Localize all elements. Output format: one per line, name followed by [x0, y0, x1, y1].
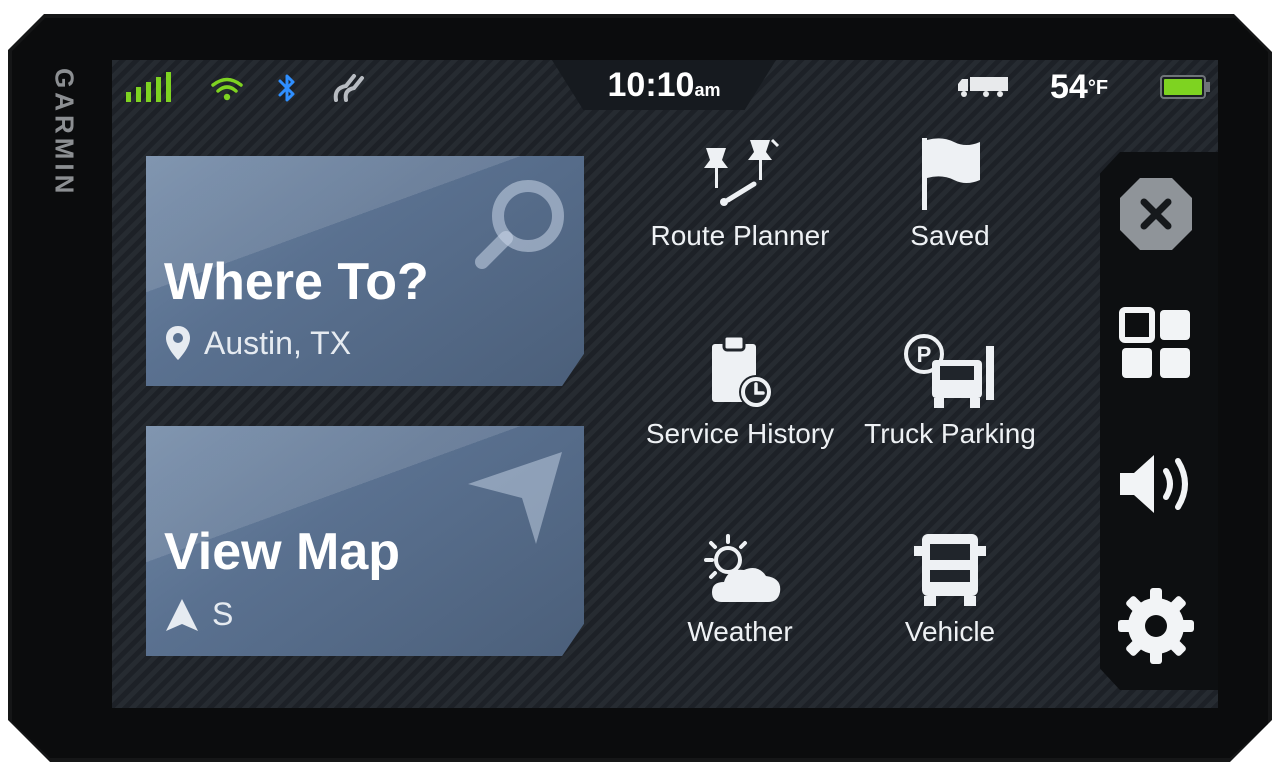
apps-button[interactable] — [1114, 302, 1198, 386]
truck-parking-button[interactable]: P Truck Parking — [840, 332, 1060, 450]
temperature: 54°F — [1050, 68, 1108, 107]
truck-trailer-icon — [958, 77, 1008, 97]
wifi-icon — [211, 77, 243, 101]
apps-grid-icon — [1119, 307, 1190, 378]
heading-arrow-icon — [166, 598, 198, 631]
close-button[interactable] — [1114, 172, 1198, 256]
view-map-button[interactable]: View Map S — [146, 426, 584, 656]
flag-icon — [922, 138, 980, 210]
map-pin-icon — [166, 326, 190, 360]
drive-logo-icon — [333, 74, 364, 102]
temperature-value: 54 — [1050, 68, 1088, 106]
route-planner-label: Route Planner — [650, 220, 830, 251]
where-to-button[interactable]: Where To? Austin, TX — [146, 156, 584, 386]
heading-indicator: S — [164, 596, 233, 633]
truck-parking-label: Truck Parking — [864, 418, 1036, 449]
view-map-title: View Map — [164, 523, 401, 581]
saved-label: Saved — [910, 220, 990, 251]
settings-button[interactable] — [1114, 584, 1198, 668]
battery-icon — [1160, 75, 1210, 99]
where-to-title: Where To? — [164, 253, 429, 311]
search-icon — [475, 180, 564, 269]
service-history-button[interactable]: Service History — [630, 332, 850, 450]
current-location: Austin, TX — [164, 324, 351, 362]
volume-icon — [1120, 455, 1188, 513]
truck-parking-icon: P — [904, 334, 994, 408]
vehicle-button[interactable]: Vehicle — [840, 530, 1060, 648]
navigation-arrow-icon — [468, 452, 562, 544]
settings-icon — [1118, 588, 1194, 664]
bluetooth-icon — [278, 74, 295, 102]
saved-button[interactable]: Saved — [840, 134, 1060, 252]
home-screen: 10:10am 54°F Where To? Austin, TX View M… — [112, 60, 1218, 708]
side-panel — [1100, 152, 1218, 690]
vehicle-label: Vehicle — [904, 616, 996, 647]
weather-button[interactable]: Weather — [630, 530, 850, 648]
service-history-label: Service History — [645, 418, 835, 449]
svg-text:P: P — [917, 342, 932, 367]
route-planner-icon — [704, 138, 780, 206]
weather-icon — [704, 534, 781, 602]
weather-label: Weather — [687, 616, 793, 647]
truck-front-icon — [914, 534, 986, 606]
brand-logo: GARMIN — [49, 68, 80, 198]
clipboard-clock-icon — [712, 334, 773, 409]
volume-button[interactable] — [1114, 442, 1198, 526]
temperature-unit: °F — [1087, 77, 1109, 99]
heading-label: S — [212, 596, 234, 632]
clock: 10:10am — [552, 66, 776, 105]
clock-time: 10:10 — [607, 66, 695, 104]
close-icon — [1120, 178, 1192, 250]
signal-bars-icon — [126, 72, 171, 102]
status-bar: 10:10am 54°F — [112, 60, 1218, 110]
current-location-label: Austin, TX — [204, 324, 352, 361]
clock-suffix: am — [694, 80, 721, 100]
route-planner-button[interactable]: Route Planner — [630, 134, 850, 252]
